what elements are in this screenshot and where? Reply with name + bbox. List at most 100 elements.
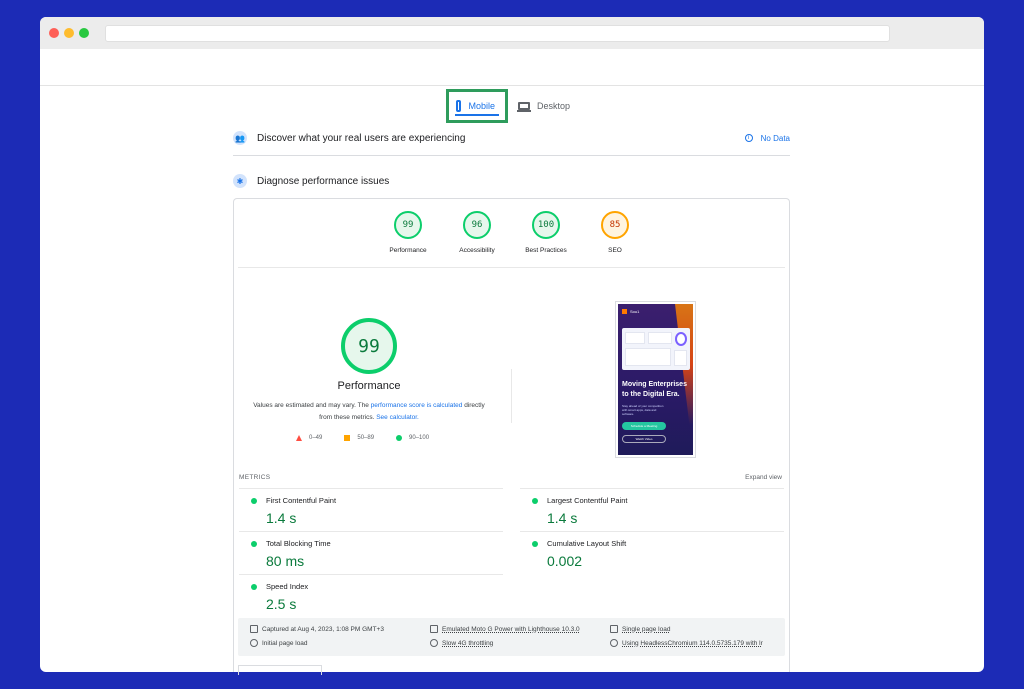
metric-value: 1.4 s [266,510,297,526]
gauge-label: Best Practices [525,247,567,254]
dashboard-card [648,332,672,344]
no-data-label: No Data [760,133,790,143]
diagnose-title: Diagnose performance issues [257,175,390,187]
dashboard-donut [675,332,687,346]
metric-value: 0.002 [547,553,583,569]
screenshot-brand: Sou1 [622,309,639,314]
metric-tbt: Total Blocking Time 80 ms [239,531,503,574]
section-divider [233,155,790,156]
device-text: Emulated Moto G Power with Lighthouse 10… [442,625,580,633]
see-calculator-link[interactable]: See calculator. [376,414,419,421]
gauge-ring: 85 [601,211,629,239]
vertical-divider [511,369,512,423]
gauge-label: SEO [608,247,622,254]
diagnose-icon: ✱ [233,174,247,188]
throttling-item[interactable]: Slow 4G throttling [430,639,493,647]
captured-text: Captured at Aug 4, 2023, 1:08 PM GMT+3 [262,625,384,633]
legend-good: 90–100 [396,435,429,441]
laptop-icon [517,102,531,112]
gauge-performance[interactable]: 99 Performance [374,211,443,254]
browser-item[interactable]: Using HeadlessChromium 114.0.5735.179 wi… [610,639,782,647]
tab-desktop[interactable]: Desktop [508,89,580,123]
screenshot-secondary-cta: Watch Video [622,435,666,443]
legend-average-label: 50–89 [357,435,375,441]
timer-icon [250,639,258,647]
diagnose-row: ✱ Diagnose performance issues [233,174,790,188]
dashboard-card [674,350,687,366]
legend-average: 50–89 [344,435,374,441]
final-screenshot[interactable]: Sou1 Moving Enterprises to the Digital E… [615,301,696,458]
metric-name: First Contentful Paint [266,496,337,505]
no-data-link[interactable]: i No Data [744,133,790,143]
legend-good-label: 90–100 [409,435,430,441]
gauge-label: Performance [389,247,427,254]
session-text: Single page load [622,625,671,633]
good-status-icon [532,541,538,547]
gauge-ring: 96 [463,211,491,239]
treemap-button[interactable] [238,665,322,675]
performance-title: Performance [337,380,401,392]
legend-poor-label: 0–49 [309,435,323,441]
performance-note: Values are estimated and may vary. The p… [248,400,490,424]
gauge-best-practices[interactable]: 100 Best Practices [512,211,581,254]
score-legend: 0–49 50–89 90–100 [296,435,451,441]
chrome-icon [610,639,618,647]
screenshot-image: Sou1 Moving Enterprises to the Digital E… [618,304,693,455]
screenshot-headline: Moving Enterprises to the Digital Era. [622,381,687,398]
square-icon [344,435,351,441]
metric-fcp: First Contentful Paint 1.4 s [239,488,503,531]
tab-mobile[interactable]: Mobile [446,89,508,123]
field-data-row[interactable]: 👥 Discover what your real users are expe… [233,131,790,145]
people-icon [610,625,618,633]
lab-report-card: 99 Performance 96 Accessibility 100 Best… [233,198,790,675]
good-status-icon [251,541,257,547]
good-status-icon [251,498,257,504]
metric-value: 2.5 s [266,596,297,612]
session-item[interactable]: Single page load [610,625,670,633]
dashboard-chart [625,348,671,366]
expand-view-toggle[interactable]: Expand view [745,474,782,481]
card-divider [238,267,785,268]
tab-mobile-label: Mobile [468,101,495,111]
good-status-icon [251,584,257,590]
metrics-header: METRICS Expand view [239,474,782,481]
gauge-label: Accessibility [459,247,495,254]
gauge-ring: 100 [532,211,560,239]
metric-name: Speed Index [266,582,309,591]
category-gauges: 99 Performance 96 Accessibility 100 Best… [234,211,789,254]
calendar-icon [250,625,258,633]
dashboard-illustration [622,328,690,370]
users-icon: 👥 [233,131,247,145]
load-item: Initial page load [250,639,308,647]
screenshot-subtext: Stay ahead of your competition with smar… [622,404,664,416]
score-calculated-link[interactable]: performance score is calculated [371,402,463,409]
dashboard-card [625,332,645,344]
metric-value: 80 ms [266,553,305,569]
page-content: Mobile Desktop 👥 Discover what your real… [40,17,984,675]
metric-cls: Cumulative Layout Shift 0.002 [520,531,784,574]
field-data-title: Discover what your real users are experi… [257,132,466,144]
metrics-heading: METRICS [239,474,271,481]
captured-item: Captured at Aug 4, 2023, 1:08 PM GMT+3 [250,625,384,633]
gauge-ring: 99 [394,211,422,239]
throttling-text: Slow 4G throttling [442,639,494,647]
performance-score-ring: 99 [341,318,397,374]
device-icon [430,625,438,633]
metric-si: Speed Index 2.5 s [239,574,503,617]
triangle-icon [296,435,302,441]
device-tabs: Mobile Desktop [446,89,580,123]
phone-icon [456,100,462,112]
circle-icon [396,435,403,441]
note-text-1: Values are estimated and may vary. The [253,402,371,409]
metric-name: Total Blocking Time [266,539,331,548]
device-item[interactable]: Emulated Moto G Power with Lighthouse 10… [430,625,580,633]
metric-value: 1.4 s [547,510,578,526]
wifi-icon [430,639,438,647]
metric-name: Cumulative Layout Shift [547,539,627,548]
tab-desktop-label: Desktop [537,101,571,111]
browser-text: Using HeadlessChromium 114.0.5735.179 wi… [622,639,763,647]
gauge-accessibility[interactable]: 96 Accessibility [443,211,512,254]
metric-lcp: Largest Contentful Paint 1.4 s [520,488,784,531]
info-icon: i [744,134,753,142]
gauge-seo[interactable]: 85 SEO [581,211,650,254]
